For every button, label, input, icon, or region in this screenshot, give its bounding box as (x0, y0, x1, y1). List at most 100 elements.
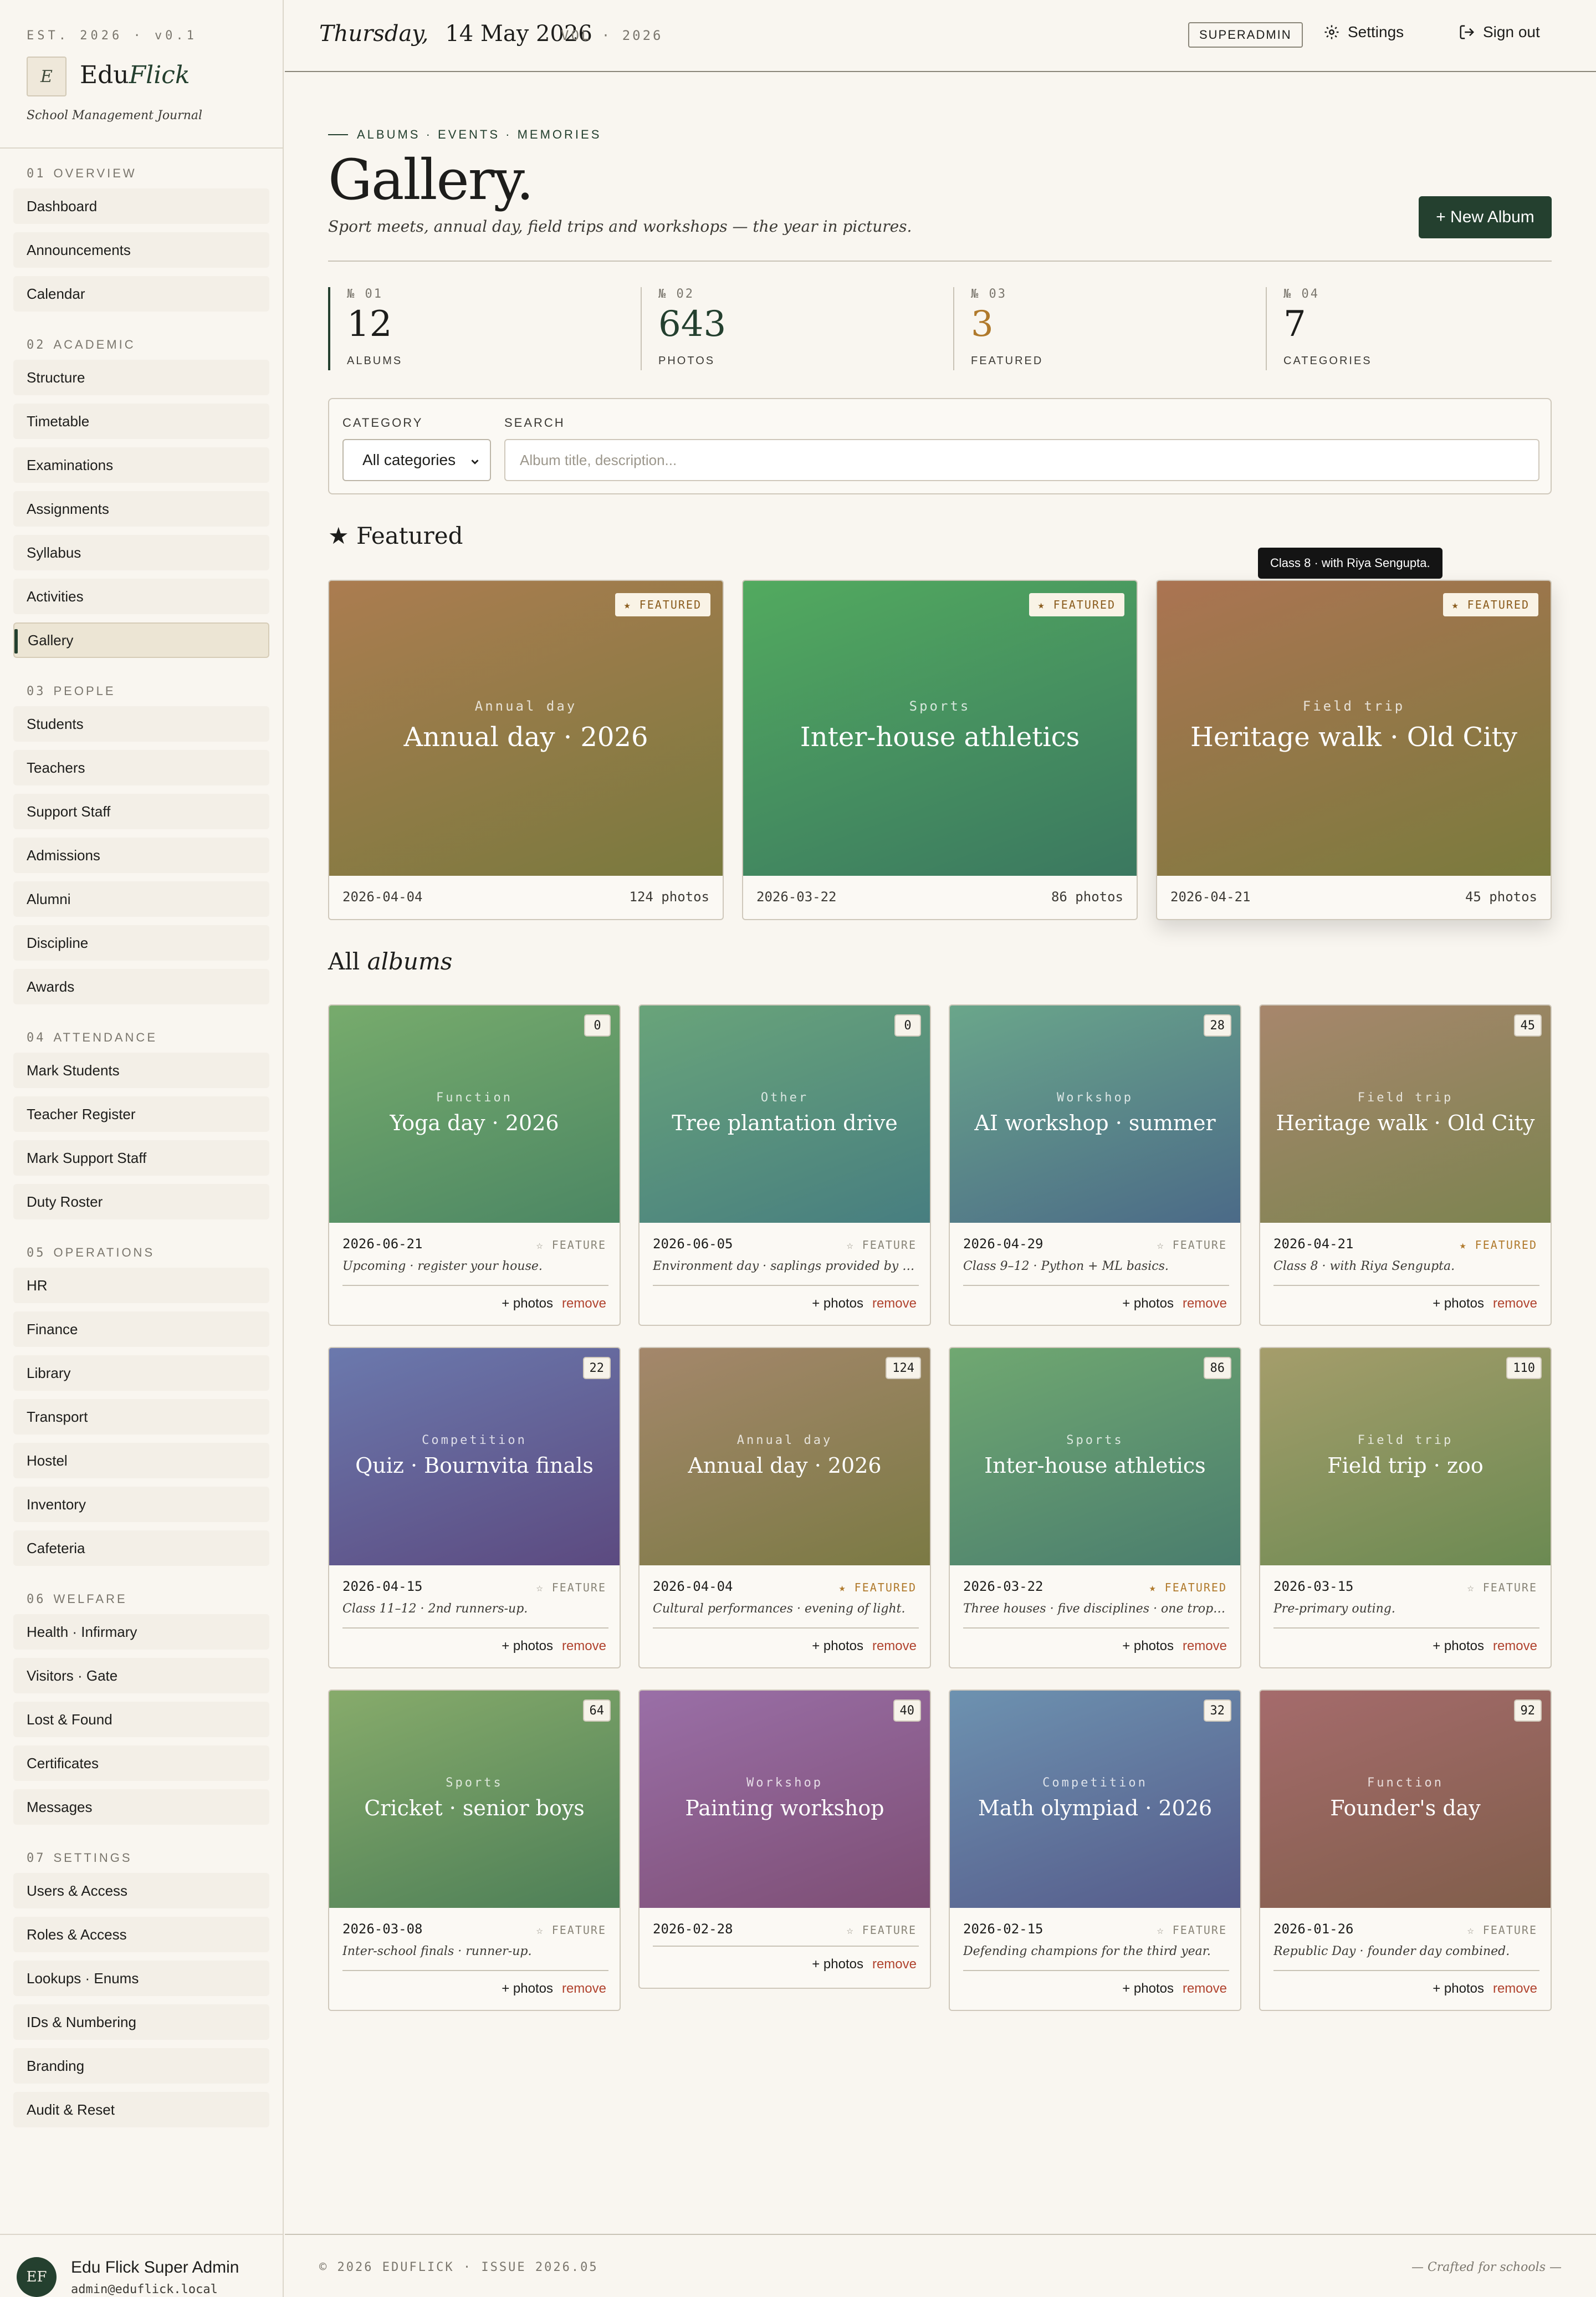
feature-toggle[interactable]: ★ FEATURED (839, 1581, 917, 1594)
logo-mark[interactable]: E (27, 57, 66, 96)
sidebar-item-hr[interactable]: HR (13, 1268, 269, 1303)
sidebar-item-health-infirmary[interactable]: Health · Infirmary (13, 1614, 269, 1650)
sidebar-item-hostel[interactable]: Hostel (13, 1443, 269, 1478)
sidebar-item-users-access[interactable]: Users & Access (13, 1873, 269, 1908)
add-photos-button[interactable]: + photos (502, 1296, 553, 1311)
add-photos-button[interactable]: + photos (812, 1957, 863, 1972)
album-cover[interactable]: 40 Workshop Painting workshop (640, 1691, 930, 1908)
sidebar-item-activities[interactable]: Activities (13, 579, 269, 614)
sidebar-item-admissions[interactable]: Admissions (13, 838, 269, 873)
album-cover[interactable]: ★ FEATURED Sports Inter-house athletics (743, 581, 1137, 876)
add-photos-button[interactable]: + photos (1433, 1981, 1484, 1997)
album-cover[interactable]: ★ FEATURED Field trip Heritage walk · Old … (1157, 581, 1551, 876)
remove-button[interactable]: remove (872, 1957, 917, 1972)
add-photos-button[interactable]: + photos (812, 1296, 863, 1311)
sidebar-item-teacher-register[interactable]: Teacher Register (13, 1096, 269, 1132)
feature-toggle[interactable]: ☆ FEATURE (1467, 1581, 1537, 1594)
album-card[interactable]: 40 Workshop Painting workshop 2026-02-28 ☆ F… (638, 1689, 931, 1989)
album-cover[interactable]: 0 Other Tree plantation drive (640, 1005, 930, 1223)
album-cover[interactable]: 45 Field trip Heritage walk · Old City (1260, 1005, 1551, 1223)
sidebar-item-gallery[interactable]: Gallery (13, 622, 269, 658)
remove-button[interactable]: remove (1183, 1638, 1227, 1654)
add-photos-button[interactable]: + photos (1433, 1296, 1484, 1311)
sidebar-item-calendar[interactable]: Calendar (13, 276, 269, 312)
album-cover[interactable]: 28 Workshop AI workshop · summer (950, 1005, 1240, 1223)
sidebar-item-visitors-gate[interactable]: Visitors · Gate (13, 1658, 269, 1693)
album-card[interactable]: 124 Annual day Annual day · 2026 2026-04-04… (638, 1347, 931, 1668)
feature-toggle[interactable]: ☆ FEATURE (1467, 1923, 1537, 1937)
album-card[interactable]: 64 Sports Cricket · senior boys 2026-03-08 ☆… (328, 1689, 621, 2011)
sidebar-item-discipline[interactable]: Discipline (13, 925, 269, 961)
add-photos-button[interactable]: + photos (1122, 1296, 1174, 1311)
album-card[interactable]: 86 Sports Inter-house athletics 2026-03-22 ★… (949, 1347, 1241, 1668)
category-select[interactable]: All categories (342, 439, 491, 481)
add-photos-button[interactable]: + photos (502, 1981, 553, 1997)
brand-name[interactable]: EduFlick (80, 61, 190, 89)
sidebar-item-lost-found[interactable]: Lost & Found (13, 1702, 269, 1737)
album-cover[interactable]: 32 Competition Math olympiad · 2026 (950, 1691, 1240, 1908)
feature-toggle[interactable]: ☆ FEATURE (536, 1238, 606, 1252)
sidebar-item-messages[interactable]: Messages (13, 1789, 269, 1825)
feature-toggle[interactable]: ★ FEATURED (1460, 1238, 1537, 1252)
featured-album-card[interactable]: ★ FEATURED Field trip Heritage walk · Old … (1156, 580, 1552, 920)
album-card[interactable]: 22 Competition Quiz · Bournvita finals 2026… (328, 1347, 621, 1668)
sidebar-item-timetable[interactable]: Timetable (13, 404, 269, 439)
sidebar-item-cafeteria[interactable]: Cafeteria (13, 1530, 269, 1566)
album-card[interactable]: 110 Field trip Field trip · zoo 2026-03-15 ☆… (1259, 1347, 1552, 1668)
sidebar-item-teachers[interactable]: Teachers (13, 750, 269, 785)
sidebar-item-examinations[interactable]: Examinations (13, 447, 269, 483)
featured-album-card[interactable]: ★ FEATURED Annual day Annual day · 2026 202… (328, 580, 724, 920)
album-cover[interactable]: 86 Sports Inter-house athletics (950, 1348, 1240, 1565)
sidebar-item-assignments[interactable]: Assignments (13, 491, 269, 527)
album-cover[interactable]: 22 Competition Quiz · Bournvita finals (329, 1348, 620, 1565)
remove-button[interactable]: remove (1493, 1296, 1537, 1311)
feature-toggle[interactable]: ☆ FEATURE (847, 1238, 917, 1252)
remove-button[interactable]: remove (562, 1981, 606, 1997)
remove-button[interactable]: remove (1183, 1296, 1227, 1311)
album-card[interactable]: 28 Workshop AI workshop · summer 2026-04-29… (949, 1004, 1241, 1326)
remove-button[interactable]: remove (1493, 1638, 1537, 1654)
sidebar-item-branding[interactable]: Branding (13, 2048, 269, 2084)
album-cover[interactable]: 110 Field trip Field trip · zoo (1260, 1348, 1551, 1565)
add-photos-button[interactable]: + photos (1122, 1981, 1174, 1997)
add-photos-button[interactable]: + photos (1122, 1638, 1174, 1654)
album-card[interactable]: 92 Function Founder's day 2026-01-26 ☆ FEATU… (1259, 1689, 1552, 2011)
remove-button[interactable]: remove (562, 1638, 606, 1654)
sign-out-button[interactable]: Sign out (1459, 23, 1540, 41)
sidebar-item-inventory[interactable]: Inventory (13, 1487, 269, 1522)
sidebar-item-awards[interactable]: Awards (13, 969, 269, 1004)
feature-toggle[interactable]: ★ FEATURED (1149, 1581, 1227, 1594)
sidebar-item-structure[interactable]: Structure (13, 360, 269, 395)
sidebar-item-students[interactable]: Students (13, 706, 269, 742)
album-card[interactable]: 0 Function Yoga day · 2026 2026-06-21 ☆ FEAT… (328, 1004, 621, 1326)
album-card[interactable]: 32 Competition Math olympiad · 2026 2026-02… (949, 1689, 1241, 2011)
sidebar-item-mark-students[interactable]: Mark Students (13, 1053, 269, 1088)
feature-toggle[interactable]: ☆ FEATURE (536, 1581, 606, 1594)
search-input[interactable]: Album title, description... (504, 439, 1539, 481)
sidebar-item-library[interactable]: Library (13, 1355, 269, 1391)
feature-toggle[interactable]: ☆ FEATURE (1157, 1923, 1227, 1937)
sidebar-item-duty-roster[interactable]: Duty Roster (13, 1184, 269, 1219)
sidebar-item-certificates[interactable]: Certificates (13, 1745, 269, 1781)
sidebar-item-transport[interactable]: Transport (13, 1399, 269, 1435)
sidebar-item-lookups-enums[interactable]: Lookups · Enums (13, 1961, 269, 1996)
album-card[interactable]: 0 Other Tree plantation drive 2026-06-05 ☆ F… (638, 1004, 931, 1326)
add-photos-button[interactable]: + photos (502, 1638, 553, 1654)
sidebar-item-audit-reset[interactable]: Audit & Reset (13, 2092, 269, 2127)
remove-button[interactable]: remove (872, 1296, 917, 1311)
remove-button[interactable]: remove (1493, 1981, 1537, 1997)
user-profile[interactable]: EF Edu Flick Super Admin admin@eduflick.… (0, 2234, 284, 2297)
sidebar-item-ids-numbering[interactable]: IDs & Numbering (13, 2004, 269, 2040)
sidebar-item-dashboard[interactable]: Dashboard (13, 188, 269, 224)
sidebar-item-roles-access[interactable]: Roles & Access (13, 1917, 269, 1952)
sidebar-item-finance[interactable]: Finance (13, 1311, 269, 1347)
remove-button[interactable]: remove (872, 1638, 917, 1654)
album-cover[interactable]: 124 Annual day Annual day · 2026 (640, 1348, 930, 1565)
sidebar-item-alumni[interactable]: Alumni (13, 881, 269, 917)
feature-toggle[interactable]: ☆ FEATURE (1157, 1238, 1227, 1252)
sidebar-item-support-staff[interactable]: Support Staff (13, 794, 269, 829)
album-cover[interactable]: 92 Function Founder's day (1260, 1691, 1551, 1908)
avatar[interactable]: EF (17, 2257, 57, 2297)
album-cover[interactable]: ★ FEATURED Annual day Annual day · 2026 (329, 581, 723, 876)
feature-toggle[interactable]: ☆ FEATURE (847, 1923, 917, 1937)
